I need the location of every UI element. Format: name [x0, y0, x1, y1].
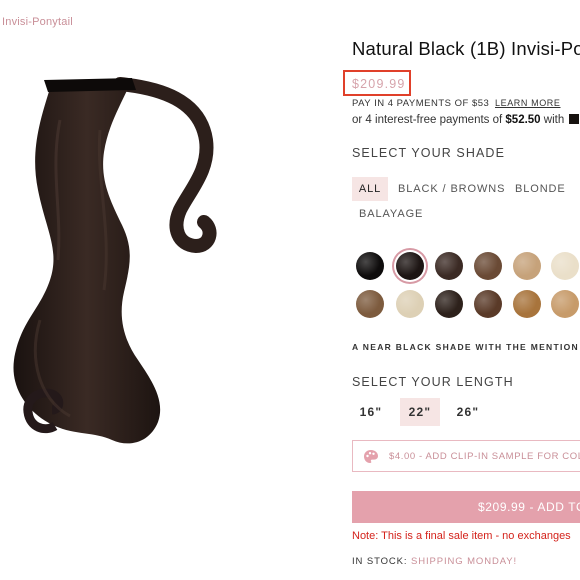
shade-swatch[interactable]	[551, 290, 579, 318]
breadcrumb[interactable]: Invisi-Ponytail	[2, 16, 73, 28]
shade-swatch[interactable]	[435, 290, 463, 318]
add-to-cart-label: $209.99 - ADD TO	[478, 500, 580, 514]
installments-text: PAY IN 4 PAYMENTS OF $53	[352, 98, 490, 109]
shade-description: A NEAR BLACK SHADE WITH THE MENTION O	[352, 342, 580, 352]
installments-info: PAY IN 4 PAYMENTS OF $53 LEARN MORE	[352, 98, 560, 109]
shade-swatch[interactable]	[356, 252, 384, 280]
length-section-label: SELECT YOUR LENGTH	[352, 375, 514, 389]
shade-filter-balayage[interactable]: BALAYAGE	[359, 208, 423, 220]
shade-filter-black-browns[interactable]: BLACK / BROWNS	[398, 183, 505, 195]
palette-icon	[364, 450, 378, 463]
stock-prefix: IN STOCK:	[352, 556, 411, 567]
shade-swatch[interactable]	[356, 290, 384, 318]
shade-swatch[interactable]	[513, 252, 541, 280]
shade-swatch[interactable]	[396, 290, 424, 318]
interest-free-prefix: or 4 interest-free payments of	[352, 114, 506, 126]
payment-provider-logo-icon[interactable]	[569, 114, 580, 124]
add-sample-label: $4.00 - ADD CLIP-IN SAMPLE FOR COLO	[389, 451, 580, 462]
add-to-cart-button[interactable]: $209.99 - ADD TO	[352, 491, 580, 523]
length-option-26[interactable]: 26"	[448, 398, 488, 426]
interest-free-amount: $52.50	[505, 114, 541, 126]
shade-swatch[interactable]	[551, 252, 579, 280]
length-option-22[interactable]: 22"	[400, 398, 440, 426]
shipping-date: SHIPPING MONDAY!	[410, 556, 518, 567]
interest-free-info: or 4 interest-free payments of $52.50 wi…	[352, 114, 580, 126]
shade-section-label: SELECT YOUR SHADE	[352, 146, 506, 160]
shade-swatch[interactable]	[396, 252, 424, 280]
shade-filter-all[interactable]: ALL	[352, 177, 388, 201]
shade-filter-blonde[interactable]: BLONDE	[515, 183, 566, 195]
add-sample-button[interactable]: $4.00 - ADD CLIP-IN SAMPLE FOR COLO	[352, 440, 580, 472]
interest-free-suffix: with	[540, 114, 568, 126]
length-option-16[interactable]: 16"	[352, 398, 390, 426]
shade-swatch[interactable]	[513, 290, 541, 318]
product-image	[13, 77, 217, 444]
shade-swatch[interactable]	[435, 252, 463, 280]
shade-swatch[interactable]	[474, 290, 502, 318]
shade-swatch[interactable]	[474, 252, 502, 280]
learn-more-link[interactable]: LEARN MORE	[495, 98, 561, 108]
final-sale-note: Note: This is a final sale item - no exc…	[352, 530, 571, 542]
stock-status: IN STOCK: SHIPPING MONDAY!	[352, 556, 517, 567]
product-price: $209.99	[352, 77, 406, 91]
product-title: Natural Black (1B) Invisi-Po	[352, 38, 580, 59]
